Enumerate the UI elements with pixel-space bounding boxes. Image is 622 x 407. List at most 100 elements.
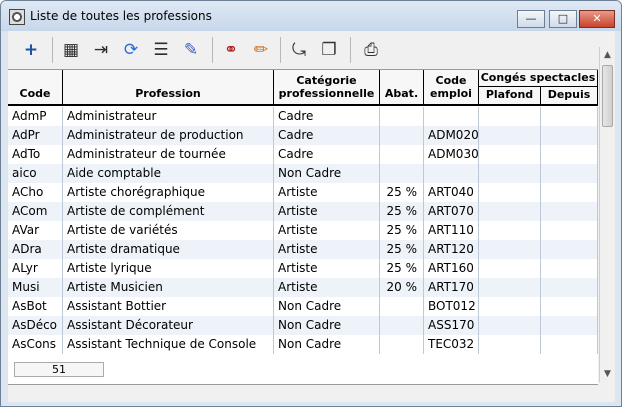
minimize-button[interactable]: — (517, 10, 545, 28)
table-row[interactable]: ACho Artiste chorégraphique Artiste 25 % ART… (8, 183, 598, 202)
title-bar[interactable]: Liste de toutes les professions — □ ✕ (1, 1, 621, 31)
cell-abat (380, 145, 424, 164)
cell-code-emploi: ART170 (424, 278, 479, 297)
cell-abat (380, 164, 424, 183)
cell-code-emploi (424, 164, 479, 183)
cell-abat: 25 % (380, 183, 424, 202)
cell-categorie: Artiste (274, 202, 380, 221)
maximize-button[interactable]: □ (549, 10, 577, 28)
arrow-icon[interactable]: ⤿ (286, 37, 312, 63)
copy-icon[interactable]: ❐ (316, 37, 342, 63)
cell-code-emploi: ASS170 (424, 316, 479, 335)
cell-code: aico (8, 164, 63, 183)
cell-abat (380, 107, 424, 126)
cell-profession: Artiste de variétés (63, 221, 274, 240)
cell-plafond (479, 316, 541, 335)
export-icon[interactable]: ⇥ (88, 37, 114, 63)
cell-profession: Assistant Bottier (63, 297, 274, 316)
cell-depuis (541, 126, 598, 145)
table-row[interactable]: AsCons Assistant Technique de Console Non … (8, 335, 598, 354)
table-row[interactable]: AVar Artiste de variétés Artiste 25 % ART110 (8, 221, 598, 240)
cell-abat: 25 % (380, 202, 424, 221)
scroll-down-icon[interactable]: ▼ (600, 366, 615, 382)
table-row[interactable]: AdTo Administrateur de tournée Cadre ADM030 (8, 145, 598, 164)
professions-table: Code Profession Catégorie professionnell… (8, 69, 598, 385)
cell-code-emploi: ADM020 (424, 126, 479, 145)
column-header-abat[interactable]: Abat. (380, 70, 424, 104)
cell-plafond (479, 145, 541, 164)
cell-profession: Assistant Technique de Console (63, 335, 274, 354)
refresh-icon[interactable]: ⟳ (118, 37, 144, 63)
printer-icon[interactable]: ⎙ (358, 37, 384, 63)
cell-code: ALyr (8, 259, 63, 278)
glasses-icon[interactable]: ⚭ (218, 37, 244, 63)
cell-abat: 20 % (380, 278, 424, 297)
clipboard-icon[interactable]: ✎ (178, 37, 204, 63)
table-row[interactable]: ADra Artiste dramatique Artiste 25 % ART120 (8, 240, 598, 259)
cell-abat: 25 % (380, 221, 424, 240)
cell-depuis (541, 240, 598, 259)
cell-abat (380, 126, 424, 145)
scroll-up-icon[interactable]: ▲ (600, 47, 615, 63)
cell-code: AdPr (8, 126, 63, 145)
cell-plafond (479, 297, 541, 316)
cell-code: ACom (8, 202, 63, 221)
table-row[interactable]: AdPr Administrateur de production Cadre ADM… (8, 126, 598, 145)
cell-plafond (479, 335, 541, 354)
cell-profession: Artiste chorégraphique (63, 183, 274, 202)
table-row[interactable]: AsDéco Assistant Décorateur Non Cadre ASS17… (8, 316, 598, 335)
cell-profession: Administrateur (63, 107, 274, 126)
toolbar-separator (280, 37, 281, 63)
toolbar-separator (212, 37, 213, 63)
cell-categorie: Cadre (274, 126, 380, 145)
column-header-code-emploi[interactable]: Code emploi (424, 70, 479, 104)
cell-code: ADra (8, 240, 63, 259)
cell-categorie: Non Cadre (274, 297, 380, 316)
cell-depuis (541, 335, 598, 354)
table-row[interactable]: ACom Artiste de complément Artiste 25 % ART0… (8, 202, 598, 221)
cell-code: AsBot (8, 297, 63, 316)
list-icon[interactable]: ☰ (148, 37, 174, 63)
window-title: Liste de toutes les professions (30, 9, 212, 23)
cell-categorie: Artiste (274, 183, 380, 202)
cell-plafond (479, 107, 541, 126)
plus-icon[interactable]: + (18, 37, 44, 63)
column-header-depuis[interactable]: Depuis (541, 87, 598, 104)
cell-categorie: Cadre (274, 107, 380, 126)
grid-icon[interactable]: ▦ (58, 37, 84, 63)
cell-code: AdTo (8, 145, 63, 164)
cell-categorie: Artiste (274, 278, 380, 297)
cell-code-emploi: ART120 (424, 240, 479, 259)
column-header-conges[interactable]: Congés spectacles (479, 70, 598, 87)
app-icon[interactable] (9, 9, 25, 25)
column-header-profession[interactable]: Profession (63, 70, 274, 104)
column-header-plafond[interactable]: Plafond (479, 87, 541, 104)
cell-code-emploi: ART070 (424, 202, 479, 221)
cell-depuis (541, 164, 598, 183)
cell-depuis (541, 316, 598, 335)
table-row[interactable]: Musi Artiste Musicien Artiste 20 % ART170 (8, 278, 598, 297)
scroll-thumb[interactable] (602, 65, 613, 127)
table-row[interactable]: AsBot Assistant Bottier Non Cadre BOT012 (8, 297, 598, 316)
column-header-code[interactable]: Code (8, 70, 63, 104)
cell-categorie: Non Cadre (274, 335, 380, 354)
cell-profession: Administrateur de production (63, 126, 274, 145)
table-body: AdmP Administrateur Cadre AdPr Administrateu… (8, 107, 598, 354)
column-header-categorie[interactable]: Catégorie professionnelle (274, 70, 380, 104)
client-area: + ▦ ⇥ ⟳ ☰ ✎ ⚭ ✏ ⤿ ❐ ⎙ Code Profession Ca… (8, 31, 615, 402)
pencil-icon[interactable]: ✏ (248, 37, 274, 63)
cell-categorie: Cadre (274, 145, 380, 164)
cell-plafond (479, 164, 541, 183)
table-row[interactable]: aico Aide comptable Non Cadre (8, 164, 598, 183)
close-button[interactable]: ✕ (579, 10, 615, 28)
toolbar-separator (350, 37, 351, 63)
cell-abat (380, 335, 424, 354)
cell-depuis (541, 259, 598, 278)
cell-depuis (541, 145, 598, 164)
cell-depuis (541, 278, 598, 297)
vertical-scrollbar[interactable]: ▲ ▼ (599, 47, 615, 382)
table-row[interactable]: ALyr Artiste lyrique Artiste 25 % ART160 (8, 259, 598, 278)
cell-code: AdmP (8, 107, 63, 126)
cell-profession: Assistant Décorateur (63, 316, 274, 335)
table-row[interactable]: AdmP Administrateur Cadre (8, 107, 598, 126)
